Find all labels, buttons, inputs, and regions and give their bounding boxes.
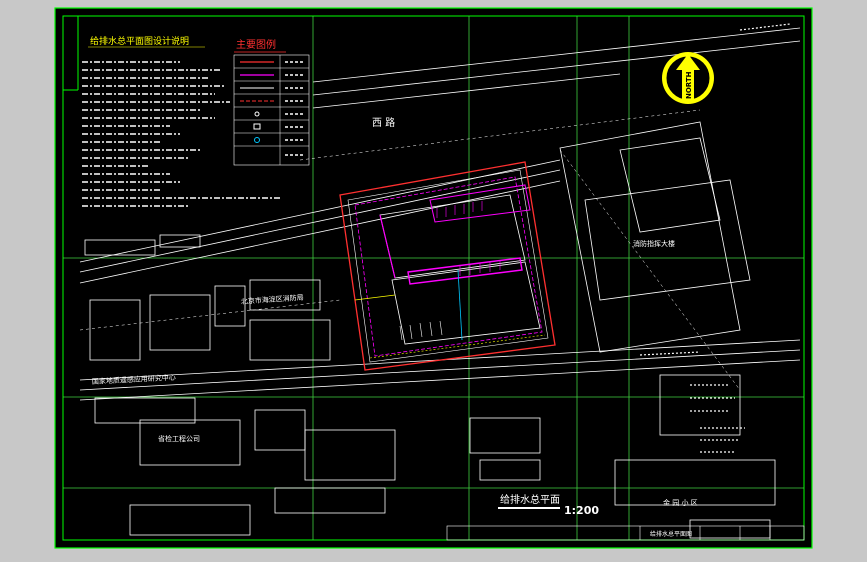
- title-block-name: 给排水总平面图: [650, 530, 692, 538]
- compass-label: NORTH: [685, 71, 693, 99]
- southeast-label: 金 园 小 区: [663, 498, 698, 507]
- legend-title: 主要图例: [236, 38, 276, 51]
- southwest-label: 省检工程公司: [158, 434, 200, 443]
- road-label: 西 路: [372, 116, 395, 129]
- drawing-title: 给排水总平面: [500, 493, 560, 506]
- drawing-scale: 1:200: [564, 504, 599, 517]
- north-compass: NORTH: [662, 52, 714, 104]
- notes-title: 给排水总平面图设计说明: [90, 35, 189, 47]
- cad-drawing-canvas: 西 路 给排水总平面图设计说明 主要图例 NORTH 消防指挥大楼 北京市海淀区…: [54, 7, 813, 549]
- east-building-label: 消防指挥大楼: [633, 239, 675, 248]
